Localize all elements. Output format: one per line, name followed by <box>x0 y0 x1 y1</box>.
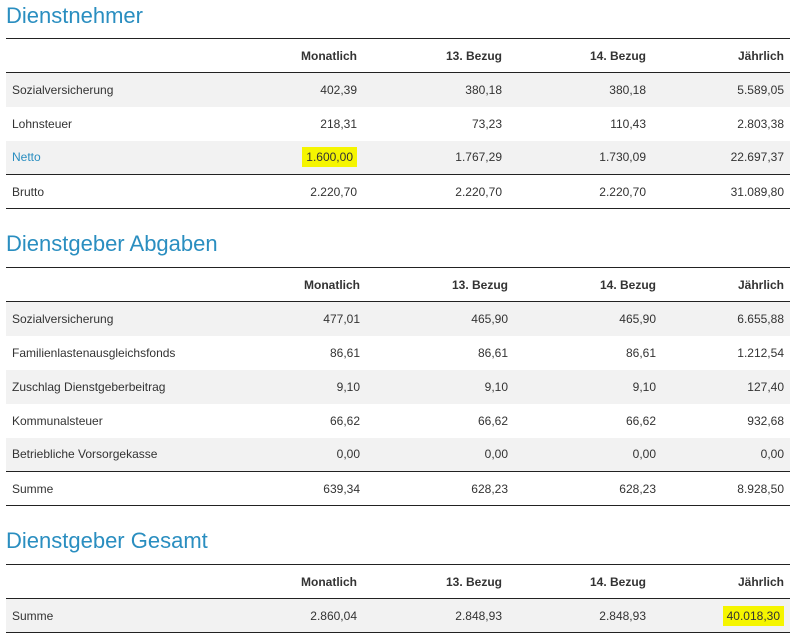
table-header-row: Monatlich 13. Bezug 14. Bezug Jährlich <box>6 267 790 302</box>
cell-value: 66,62 <box>625 413 656 428</box>
cell-value: 1.767,29 <box>455 150 502 165</box>
dienstgeber-gesamt-table: Monatlich 13. Bezug 14. Bezug Jährlich S… <box>6 564 790 633</box>
cell-value: 402,39 <box>320 82 357 97</box>
highlight-marker: 1.600,00 <box>302 147 357 168</box>
cell-value: 2.848,93 <box>363 598 508 633</box>
column-header-monatlich: Monatlich <box>209 38 363 73</box>
dienstgeber-abgaben-table: Monatlich 13. Bezug 14. Bezug Jährlich S… <box>6 267 790 506</box>
row-label: Kommunalsteuer <box>12 413 103 428</box>
table-row: Zuschlag Dienstgeberbeitrag 9,10 9,10 9,… <box>6 369 790 404</box>
row-label: Brutto <box>6 174 209 209</box>
table-row: Netto 1.600,00 1.767,29 1.730,09 22.697,… <box>6 140 790 175</box>
table-row-total: Brutto 2.220,70 2.220,70 2.220,70 31.089… <box>6 174 790 209</box>
cell-value: 66,62 <box>477 413 508 428</box>
cell-value: 477,01 <box>323 311 360 326</box>
table-row-total: Summe 639,34 628,23 628,23 8.928,50 <box>6 471 790 506</box>
cell-value: 86,61 <box>625 345 656 360</box>
cell-value: 1.730,09 <box>599 150 646 165</box>
cell-value: 2.803,38 <box>737 116 784 131</box>
row-label: Summe <box>6 471 212 506</box>
table-row: Lohnsteuer 218,31 73,23 110,43 2.803,38 <box>6 107 790 141</box>
cell-value: 8.928,50 <box>662 471 790 506</box>
column-header-jaehrlich: Jährlich <box>652 564 790 599</box>
row-label: Lohnsteuer <box>12 116 73 131</box>
cell-value: 628,23 <box>514 471 662 506</box>
cell-value: 9,10 <box>632 379 656 394</box>
row-label: Summe <box>6 598 209 633</box>
dienstnehmer-table: Monatlich 13. Bezug 14. Bezug Jährlich S… <box>6 38 790 209</box>
column-header <box>6 267 212 302</box>
column-header-monatlich: Monatlich <box>209 564 363 599</box>
section-title-dienstgeber-gesamt: Dienstgeber Gesamt <box>6 528 208 553</box>
cell-value: 2.220,70 <box>508 174 652 209</box>
table-header-row: Monatlich 13. Bezug 14. Bezug Jährlich <box>6 38 790 73</box>
cell-value: 2.220,70 <box>209 174 363 209</box>
section-title-dienstnehmer: Dienstnehmer <box>6 3 143 28</box>
cell-value: 380,18 <box>465 82 502 97</box>
cell-value: 127,40 <box>747 379 784 394</box>
row-label: Sozialversicherung <box>12 82 114 97</box>
cell-value: 0,00 <box>632 447 656 462</box>
column-header-jaehrlich: Jährlich <box>662 267 790 302</box>
highlight-marker: 40.018,30 <box>722 605 784 626</box>
cell-value: 0,00 <box>336 447 360 462</box>
cell-value: 22.697,37 <box>730 150 784 165</box>
row-label: Familienlastenausgleichsfonds <box>12 345 176 360</box>
cell-value: 6.655,88 <box>737 311 784 326</box>
column-header-13-bezug: 13. Bezug <box>366 267 514 302</box>
table-row-total: Summe 2.860,04 2.848,93 2.848,93 40.018,… <box>6 598 790 633</box>
cell-value: 380,18 <box>609 82 646 97</box>
cell-value: 86,61 <box>329 345 360 360</box>
column-header-13-bezug: 13. Bezug <box>363 564 508 599</box>
row-label: Betriebliche Vorsorgekasse <box>12 447 158 462</box>
cell-value: 2.848,93 <box>508 598 652 633</box>
cell-value: 9,10 <box>336 379 360 394</box>
table-row: Sozialversicherung 477,01 465,90 465,90 … <box>6 301 790 336</box>
cell-value: 0,00 <box>484 447 508 462</box>
cell-value: 73,23 <box>471 116 502 131</box>
cell-value: 628,23 <box>366 471 514 506</box>
cell-value-highlighted: 1.600,00 <box>209 141 363 175</box>
table-header-row: Monatlich 13. Bezug 14. Bezug Jährlich <box>6 564 790 599</box>
table-row: Familienlastenausgleichsfonds 86,61 86,6… <box>6 336 790 370</box>
cell-value: 1.212,54 <box>737 345 784 360</box>
column-header-monatlich: Monatlich <box>212 267 366 302</box>
cell-value: 639,34 <box>212 471 366 506</box>
cell-value: 2.220,70 <box>363 174 508 209</box>
netto-link[interactable]: Netto <box>6 141 209 175</box>
table-row: Kommunalsteuer 66,62 66,62 66,62 932,68 <box>6 404 790 438</box>
cell-value: 465,90 <box>471 311 508 326</box>
cell-value: 932,68 <box>747 413 784 428</box>
cell-value: 5.589,05 <box>737 82 784 97</box>
row-label: Sozialversicherung <box>12 311 114 326</box>
column-header-14-bezug: 14. Bezug <box>514 267 662 302</box>
cell-value: 110,43 <box>610 116 646 131</box>
section-title-dienstgeber-abgaben: Dienstgeber Abgaben <box>6 231 218 256</box>
row-label: Zuschlag Dienstgeberbeitrag <box>12 379 166 394</box>
table-row: Sozialversicherung 402,39 380,18 380,18 … <box>6 72 790 107</box>
cell-value: 86,61 <box>477 345 508 360</box>
column-header-14-bezug: 14. Bezug <box>508 38 652 73</box>
column-header-jaehrlich: Jährlich <box>652 38 790 73</box>
column-header-13-bezug: 13. Bezug <box>363 38 508 73</box>
cell-value: 31.089,80 <box>652 174 790 209</box>
cell-value-highlighted: 40.018,30 <box>652 598 790 633</box>
cell-value: 218,31 <box>320 116 357 131</box>
column-header <box>6 564 209 599</box>
column-header-14-bezug: 14. Bezug <box>508 564 652 599</box>
cell-value: 0,00 <box>760 447 784 462</box>
cell-value: 9,10 <box>484 379 508 394</box>
column-header <box>6 38 209 73</box>
cell-value: 66,62 <box>329 413 360 428</box>
table-row: Betriebliche Vorsorgekasse 0,00 0,00 0,0… <box>6 437 790 472</box>
cell-value: 465,90 <box>619 311 656 326</box>
cell-value: 2.860,04 <box>209 598 363 633</box>
